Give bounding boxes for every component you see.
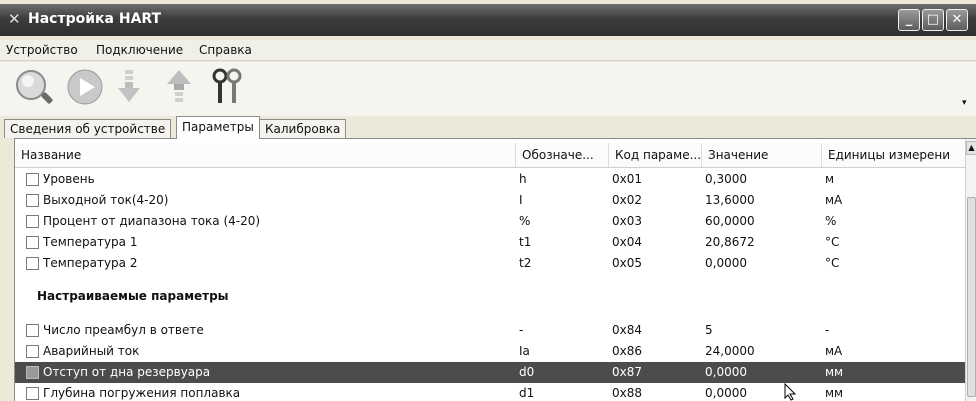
row-value: 0,3000	[705, 172, 747, 186]
tab-strip: Сведения об устройстве Параметры Калибро…	[0, 116, 976, 139]
column-unit[interactable]: Единицы измерени	[821, 143, 966, 167]
row-name: Процент от диапазона тока (4-20)	[43, 214, 261, 228]
column-value[interactable]: Значение	[701, 143, 822, 167]
maximize-button[interactable]: □	[922, 9, 944, 31]
table-row[interactable]: Температура 1 t1 0x04 20,8672 °C	[15, 232, 965, 253]
magnifier-icon[interactable]	[14, 68, 53, 106]
row-code: 0x86	[612, 344, 643, 358]
tab-calibration[interactable]: Калибровка	[259, 119, 347, 138]
row-checkbox[interactable]	[26, 215, 39, 228]
close-button[interactable]: ✕	[946, 9, 968, 31]
row-name: Отступ от дна резервуара	[43, 365, 211, 379]
row-unit: %	[825, 214, 837, 228]
row-symbol: t2	[519, 256, 532, 270]
row-checkbox[interactable]	[26, 324, 39, 337]
play-icon[interactable]	[66, 68, 104, 106]
row-name: Температура 1	[43, 235, 138, 249]
row-symbol: d0	[519, 365, 535, 379]
row-code: 0x88	[612, 386, 643, 400]
row-name: Аварийный ток	[43, 344, 140, 358]
row-name: Число преамбул в ответе	[43, 323, 204, 337]
row-checkbox[interactable]	[26, 366, 39, 379]
row-symbol: -	[519, 323, 524, 337]
tab-device-info[interactable]: Сведения об устройстве	[4, 119, 172, 138]
row-value: 5	[705, 323, 713, 337]
row-unit: мА	[825, 344, 843, 358]
group-heading-label: Настраиваемые параметры	[37, 289, 229, 303]
column-code[interactable]: Код параме...	[608, 143, 702, 167]
mouse-cursor-icon	[784, 383, 797, 401]
table-row[interactable]: Процент от диапазона тока (4-20) % 0x03 …	[15, 211, 965, 232]
parameters-table: Название Обозначе... Код параме... Значе…	[14, 138, 976, 401]
row-checkbox[interactable]	[26, 387, 39, 400]
scroll-up-icon[interactable]: ▲	[966, 141, 976, 155]
row-symbol: h	[519, 172, 527, 186]
app-window: ✕ Настройка HART _ □ ✕ Устройство Подклю…	[0, 0, 976, 401]
table-row[interactable]: Число преамбул в ответе - 0x84 5 -	[15, 320, 965, 341]
row-unit: мм	[825, 386, 844, 400]
table-row-selected[interactable]: Отступ от дна резервуара d0 0x87 0,0000 …	[15, 362, 965, 383]
row-name: Уровень	[43, 172, 95, 186]
row-name: Температура 2	[43, 256, 138, 270]
tab-parameters[interactable]: Параметры	[176, 116, 260, 139]
row-symbol: d1	[519, 386, 535, 400]
row-value: 60,0000	[705, 214, 755, 228]
row-unit: °C	[825, 235, 840, 249]
row-symbol: I	[519, 193, 523, 207]
row-code: 0x84	[612, 323, 643, 337]
menu-bar: Устройство Подключение Справка	[0, 40, 976, 61]
title-bar[interactable]: ✕ Настройка HART _ □ ✕	[0, 4, 976, 36]
table-row[interactable]: Выходной ток(4-20) I 0x02 13,6000 мА	[15, 190, 965, 211]
row-code: 0x01	[612, 172, 643, 186]
row-code: 0x02	[612, 193, 643, 207]
row-name: Выходной ток(4-20)	[43, 193, 169, 207]
menu-connection[interactable]: Подключение	[96, 43, 183, 57]
row-value: 0,0000	[705, 256, 747, 270]
row-checkbox[interactable]	[26, 236, 39, 249]
hart-app-icon: ✕	[8, 10, 21, 28]
row-unit: °C	[825, 256, 840, 270]
row-checkbox[interactable]	[26, 194, 39, 207]
row-checkbox[interactable]	[26, 257, 39, 270]
scroll-thumb[interactable]	[967, 197, 976, 397]
row-code: 0x87	[612, 365, 643, 379]
row-unit: мм	[825, 365, 844, 379]
toolbar: ▾	[0, 62, 976, 116]
group-heading: Настраиваемые параметры	[15, 287, 965, 307]
toolbar-overflow-icon[interactable]: ▾	[962, 98, 967, 108]
row-symbol: t1	[519, 235, 532, 249]
row-value: 20,8672	[705, 235, 755, 249]
row-code: 0x04	[612, 235, 643, 249]
column-name[interactable]: Название	[15, 143, 515, 167]
table-row[interactable]: Уровень h 0x01 0,3000 м	[15, 169, 965, 190]
vertical-scrollbar[interactable]: ▲	[965, 139, 976, 401]
row-value: 13,6000	[705, 193, 755, 207]
menu-device[interactable]: Устройство	[6, 43, 78, 57]
arrow-up-icon[interactable]	[164, 68, 202, 106]
arrow-down-icon[interactable]	[114, 68, 152, 106]
row-checkbox[interactable]	[26, 173, 39, 186]
row-code: 0x03	[612, 214, 643, 228]
table-header: Название Обозначе... Код параме... Значе…	[15, 143, 965, 168]
row-unit: м	[825, 172, 835, 186]
row-code: 0x05	[612, 256, 643, 270]
minimize-button[interactable]: _	[898, 9, 920, 31]
row-unit: мА	[825, 193, 843, 207]
row-checkbox[interactable]	[26, 345, 39, 358]
table-row[interactable]: Глубина погружения поплавка d1 0x88 0,00…	[15, 383, 965, 401]
row-name: Глубина погружения поплавка	[43, 386, 241, 400]
menu-help[interactable]: Справка	[199, 43, 252, 57]
row-symbol: %	[519, 214, 531, 228]
row-value: 24,0000	[705, 344, 755, 358]
row-unit: -	[825, 323, 830, 337]
row-value: 0,0000	[705, 365, 747, 379]
keys-icon[interactable]	[210, 68, 248, 106]
column-symbol[interactable]: Обозначе...	[515, 143, 609, 167]
table-row[interactable]: Аварийный ток Ia 0x86 24,0000 мА	[15, 341, 965, 362]
row-symbol: Ia	[519, 344, 530, 358]
table-row[interactable]: Температура 2 t2 0x05 0,0000 °C	[15, 253, 965, 274]
window-title: Настройка HART	[28, 11, 162, 27]
row-value: 0,0000	[705, 386, 747, 400]
